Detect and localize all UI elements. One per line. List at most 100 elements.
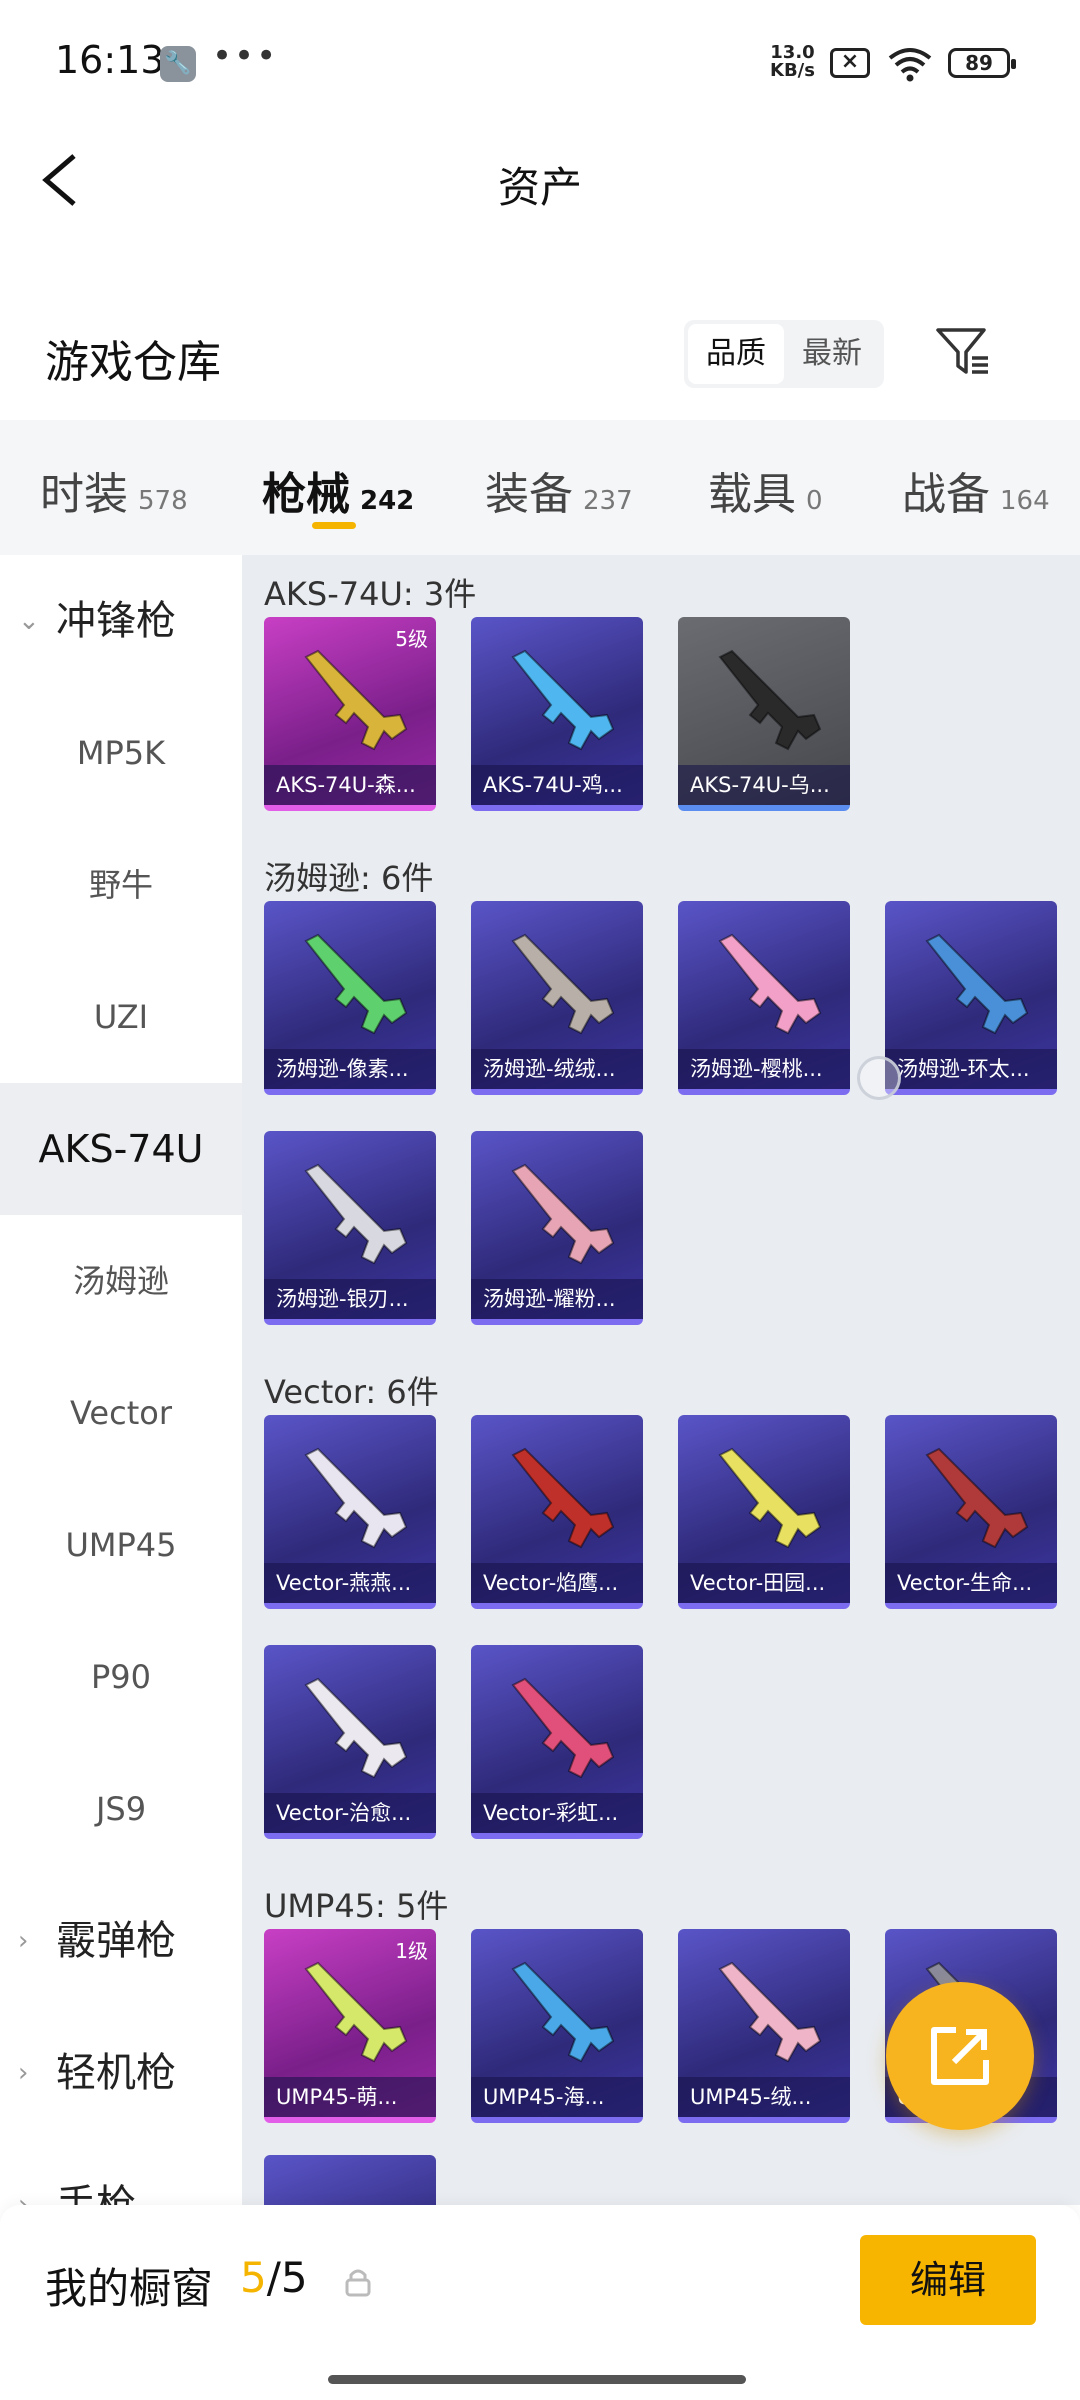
nav-group-label: 霰弹枪: [56, 1918, 176, 1964]
weapon-image: [718, 649, 822, 751]
weapon-image: [304, 1677, 408, 1779]
share-fab[interactable]: [886, 1982, 1034, 2130]
weapon-grid: AKS-74U: 3件 汤姆逊: 6件 Vector: 6件 UMP45: 5件…: [242, 555, 1080, 2205]
weapon-image: [511, 933, 615, 1035]
nav-group-label: 冲锋枪: [56, 598, 176, 644]
weapon-name: UMP45-海...: [471, 2077, 643, 2117]
tab-count: 242: [360, 486, 415, 516]
weapon-card[interactable]: AKS-74U-乌...: [678, 617, 850, 811]
nav-item-p90[interactable]: P90: [0, 1611, 242, 1743]
showcase-current: 5: [240, 2253, 267, 2302]
sort-toggle: 品质 最新: [684, 320, 884, 388]
weapon-image: [511, 1677, 615, 1779]
weapon-level: 5级: [395, 627, 428, 651]
nav-item-vector[interactable]: Vector: [0, 1347, 242, 1479]
weapon-image: [925, 933, 1029, 1035]
network-speed: 13.0 KB/s: [770, 44, 815, 80]
tab-count: 0: [806, 486, 823, 516]
weapon-card[interactable]: Vector-燕燕...: [264, 1415, 436, 1609]
weapon-card[interactable]: AKS-74U-鸡...: [471, 617, 643, 811]
weapon-card[interactable]: Vector-彩虹...: [471, 1645, 643, 1839]
weapon-image: [511, 1163, 615, 1265]
nav-group-shotgun[interactable]: › 霰弹枪: [18, 1875, 176, 2007]
chevron-right-icon: ›: [18, 2058, 29, 2088]
status-time: 16:13: [55, 38, 165, 82]
warehouse-title: 游戏仓库: [45, 337, 221, 388]
weapon-card[interactable]: 汤姆逊-像素...: [264, 901, 436, 1095]
weapon-card[interactable]: Vector-生命...: [885, 1415, 1057, 1609]
weapon-card[interactable]: 汤姆逊-耀粉...: [471, 1131, 643, 1325]
loading-indicator: [857, 1056, 901, 1100]
weapon-card[interactable]: UMP45-绒...: [678, 1929, 850, 2123]
tab-active-indicator: [312, 522, 356, 529]
showcase-separator: /: [266, 2253, 281, 2302]
tab-supplies[interactable]: 战备 164: [902, 458, 1050, 522]
weapon-card[interactable]: Vector-治愈...: [264, 1645, 436, 1839]
weapon-card-partial[interactable]: [264, 2155, 436, 2205]
battery-icon: 89: [948, 48, 1016, 78]
wifi-icon: [888, 48, 932, 82]
chevron-right-icon: ›: [18, 2190, 29, 2205]
tab-label: 时装: [40, 469, 128, 520]
weapon-name: UMP45-绒...: [678, 2077, 850, 2117]
weapon-card[interactable]: 汤姆逊-银刃...: [264, 1131, 436, 1325]
sort-quality[interactable]: 品质: [688, 324, 784, 384]
nav-group-smg[interactable]: ⌄ 冲锋枪: [18, 555, 176, 687]
filter-icon[interactable]: [934, 322, 994, 382]
nav-item-bizon[interactable]: 野牛: [0, 819, 242, 951]
weapon-card[interactable]: Vector-田园...: [678, 1415, 850, 1609]
nav-item-uzi[interactable]: UZI: [0, 951, 242, 1083]
weapon-name: 汤姆逊-绒绒...: [471, 1049, 643, 1089]
section-title: Vector: 6件: [264, 1373, 439, 1411]
weapon-card[interactable]: 5级 AKS-74U-森...: [264, 617, 436, 811]
weapon-image: [511, 1961, 615, 2063]
weapon-image: [304, 1163, 408, 1265]
tab-equipment[interactable]: 装备 237: [485, 458, 633, 522]
nav-item-thompson[interactable]: 汤姆逊: [0, 1215, 242, 1347]
weapon-name: AKS-74U-森...: [264, 765, 436, 805]
wrench-icon: 🔧: [160, 46, 196, 82]
showcase-label: 我的橱窗: [45, 2264, 214, 2313]
weapon-image: [304, 933, 408, 1035]
weapon-name: Vector-彩虹...: [471, 1793, 643, 1833]
weapon-name: Vector-治愈...: [264, 1793, 436, 1833]
nav-item-aks74u[interactable]: AKS-74U: [0, 1083, 242, 1215]
weapon-card[interactable]: 汤姆逊-环太...: [885, 901, 1057, 1095]
network-speed-unit: KB/s: [770, 60, 815, 81]
weapon-card[interactable]: Vector-焰鹰...: [471, 1415, 643, 1609]
tab-label: 载具: [708, 469, 796, 520]
nav-group-pistol[interactable]: › 手枪: [18, 2139, 136, 2205]
share-icon: [931, 2027, 989, 2085]
tab-vehicles[interactable]: 载具 0: [708, 458, 823, 522]
edit-button[interactable]: 编辑: [860, 2235, 1036, 2325]
tab-firearms[interactable]: 枪械 242: [262, 458, 414, 522]
tab-count: 164: [1000, 486, 1050, 516]
tab-count: 237: [583, 486, 633, 516]
nav-item-ump45[interactable]: UMP45: [0, 1479, 242, 1611]
nav-group-lmg[interactable]: › 轻机枪: [18, 2007, 176, 2139]
nav-item-js9[interactable]: JS9: [0, 1743, 242, 1875]
weapon-image: [511, 1447, 615, 1549]
weapon-name: 汤姆逊-银刃...: [264, 1279, 436, 1319]
nav-group-label: 轻机枪: [56, 2050, 176, 2096]
category-tabs: 时装 578 枪械 242 装备 237 载具 0 战备 164: [0, 420, 1080, 555]
chevron-down-icon: ⌄: [18, 606, 40, 636]
status-bar: 16:13 🔧 ••• 13.0 KB/s × 89: [0, 0, 1080, 120]
sim-off-icon: ×: [830, 48, 870, 78]
sort-newest[interactable]: 最新: [784, 324, 880, 384]
weapon-name: 汤姆逊-耀粉...: [471, 1279, 643, 1319]
weapon-name: Vector-焰鹰...: [471, 1563, 643, 1603]
section-title: 汤姆逊: 6件: [264, 859, 434, 897]
nav-group-label: 手枪: [56, 2182, 136, 2205]
nav-item-mp5k[interactable]: MP5K: [0, 687, 242, 819]
showcase-bar: 我的橱窗 5/5 编辑: [0, 2205, 1080, 2400]
weapon-level: 1级: [395, 1939, 428, 1963]
page-title: 资产: [497, 163, 582, 212]
more-icon: •••: [212, 36, 279, 76]
weapon-card[interactable]: UMP45-海...: [471, 1929, 643, 2123]
weapon-image: [718, 1961, 822, 2063]
weapon-card[interactable]: 汤姆逊-绒绒...: [471, 901, 643, 1095]
weapon-card[interactable]: 汤姆逊-樱桃...: [678, 901, 850, 1095]
weapon-card[interactable]: 1级 UMP45-萌...: [264, 1929, 436, 2123]
tab-fashion[interactable]: 时装 578: [40, 458, 188, 522]
